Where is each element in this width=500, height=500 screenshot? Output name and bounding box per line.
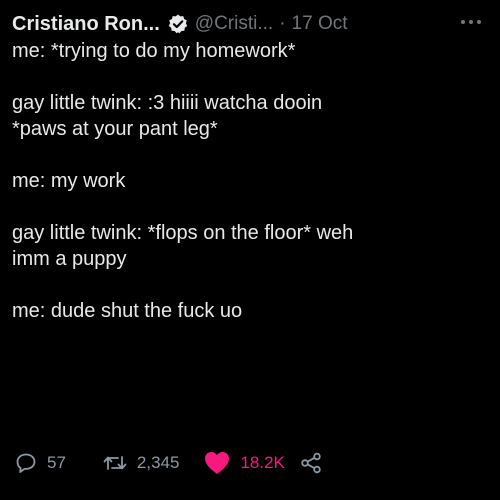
author-handle[interactable]: @Cristi... (195, 13, 273, 35)
share-button[interactable] (299, 451, 323, 475)
tweet-line: gay little twink: *flops on the floor* w… (12, 222, 354, 244)
tweet-date[interactable]: 17 Oct (292, 13, 348, 35)
reply-count: 57 (47, 453, 66, 472)
tweet-line: me: *trying to do my homework* (12, 40, 296, 62)
verified-badge-icon (167, 13, 189, 35)
tweet-actions: 57 2,345 18.2K (14, 448, 323, 478)
tweet-line (12, 194, 488, 220)
tweet: Cristiano Ron... @Cristi... · 17 Oct me:… (0, 0, 500, 500)
tweet-line: me: my work (12, 170, 126, 192)
tweet-header: Cristiano Ron... @Cristi... · 17 Oct (12, 10, 488, 38)
tweet-line: me: dude shut the fuck uo (12, 300, 243, 322)
retweet-icon (102, 451, 128, 475)
retweet-count: 2,345 (136, 453, 180, 472)
share-icon (299, 451, 323, 475)
tweet-line (12, 142, 488, 168)
reply-button[interactable]: 57 (14, 451, 66, 475)
tweet-line: gay little twink: :3 hiiii watcha dooin (12, 92, 323, 114)
retweet-button[interactable]: 2,345 (102, 451, 180, 475)
tweet-text: me: *trying to do my homework* gay littl… (12, 38, 488, 324)
tweet-line (12, 64, 488, 90)
author-name[interactable]: Cristiano Ron... (12, 13, 160, 36)
reply-bubble-icon (14, 451, 38, 475)
like-count: 18.2K (240, 453, 285, 472)
tweet-line: imm a puppy (12, 248, 127, 270)
more-dots-icon[interactable] (458, 12, 484, 32)
header-separator: · (279, 13, 286, 34)
tweet-line: *paws at your pant leg* (12, 118, 218, 140)
like-button[interactable]: 18.2K (203, 450, 285, 476)
tweet-line (12, 272, 488, 298)
heart-icon (203, 450, 231, 476)
